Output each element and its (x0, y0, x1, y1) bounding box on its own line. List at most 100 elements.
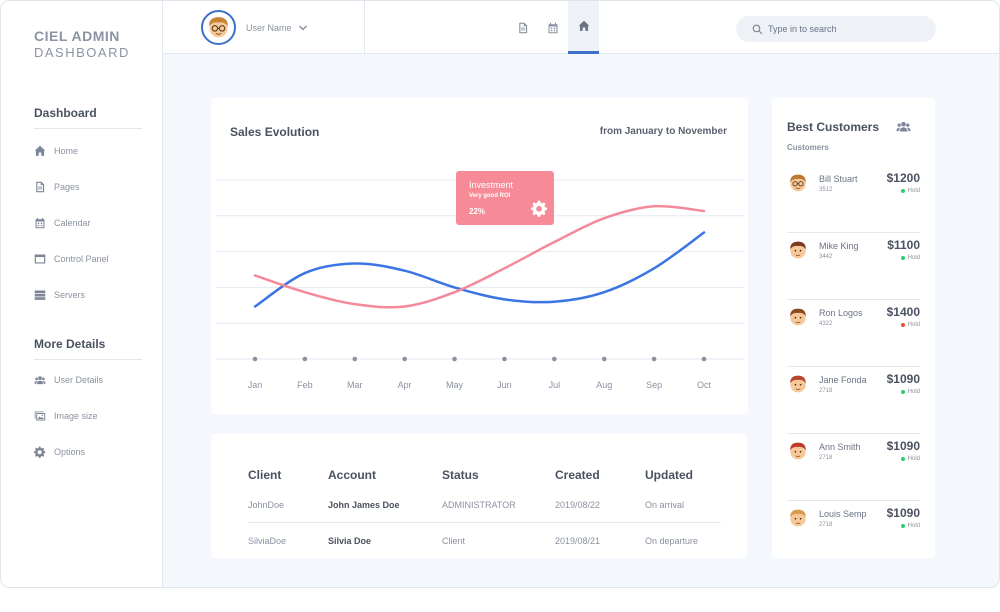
page-icon (519, 22, 528, 33)
search-bar[interactable] (736, 16, 936, 42)
calendar-icon (35, 217, 45, 229)
column-header[interactable]: Updated (645, 468, 721, 482)
status-badge: Hold (900, 322, 920, 328)
column-header[interactable]: Created (555, 468, 645, 482)
customer-row[interactable]: Bill Stuart 3512 $1200 Hold (787, 166, 920, 233)
status-dot (900, 323, 905, 327)
table-cell: On arrival (645, 500, 685, 510)
sidebar-item-label: Servers (54, 290, 86, 300)
customer-row[interactable]: Jane Fonda 2718 $1090 Hold (787, 367, 920, 434)
customer-avatar-icon (790, 509, 806, 527)
sidebar-item-label: Control Panel (54, 254, 109, 264)
sidebar-item-image-size[interactable]: Image size (34, 398, 142, 434)
page-icon (36, 181, 45, 193)
customer-avatar-icon (790, 442, 806, 460)
table-row[interactable]: JohnDoe John James Doe ADMINISTRATOR 201… (248, 488, 721, 523)
gear-icon (34, 446, 46, 458)
sidebar-item-label: Options (54, 447, 86, 457)
table-row[interactable]: SilviaDoe Silvia Doe Client 2019/08/21 O… (248, 523, 721, 558)
customer-id: 2718 (819, 388, 833, 394)
customer-row[interactable]: Ron Logos 4322 $1400 Hold (787, 300, 920, 367)
best-customers-card: Best Customers Customers Bill Stuart 3512… (772, 98, 935, 558)
table-header: Client Account Status Created Updated (248, 434, 721, 488)
x-axis-point (502, 356, 507, 362)
gear-icon[interactable] (531, 200, 548, 217)
user-menu[interactable]: User Name (163, 1, 365, 54)
customers-list: Bill Stuart 3512 $1200 Hold Mike King 3442 $11… (787, 166, 920, 568)
user-avatar-icon (209, 17, 228, 38)
customer-id: 4322 (819, 321, 833, 327)
search-input[interactable] (768, 24, 928, 34)
status-badge: Hold (900, 523, 920, 529)
sidebar-heading: More Details (34, 337, 142, 360)
customer-amount: $1090 (886, 372, 920, 386)
top-nav-calendar[interactable] (538, 1, 568, 54)
sidebar-item-pages[interactable]: Pages (34, 169, 142, 205)
customer-id: 2718 (819, 455, 833, 461)
home-icon (34, 145, 46, 156)
column-header[interactable]: Account (328, 468, 442, 482)
sidebar-item-calendar[interactable]: Calendar (34, 205, 142, 241)
status-label: Hold (907, 523, 920, 529)
brand-title: CIEL ADMIN (34, 28, 120, 44)
column-header[interactable]: Client (248, 468, 328, 482)
status-label: Hold (907, 255, 920, 261)
customer-amount: $1090 (886, 506, 920, 520)
x-tick-label: Feb (297, 380, 313, 390)
x-tick-label: Jun (497, 380, 512, 390)
status-label: Hold (907, 188, 920, 194)
chevron-down-icon[interactable] (298, 23, 308, 33)
avatar[interactable] (201, 10, 236, 45)
table-cell: 2019/08/21 (555, 535, 601, 546)
app-window: CIEL ADMIN DASHBOARD Dashboard Home Page… (0, 0, 1000, 588)
customer-row[interactable]: Mike King 3442 $1100 Hold (787, 233, 920, 300)
sidebar-item-servers[interactable]: Servers (34, 277, 142, 313)
sales-evolution-card: Sales Evolution from January to November… (211, 98, 748, 414)
sidebar-item-user-details[interactable]: User Details (34, 362, 142, 398)
customer-row[interactable]: Louis Semp 2718 $1090 Hold (787, 501, 920, 568)
table-cell: On departure (645, 535, 699, 546)
sidebar: CIEL ADMIN DASHBOARD Dashboard Home Page… (1, 1, 163, 587)
customer-row[interactable]: Ann Smith 2718 $1090 Hold (787, 434, 920, 501)
top-nav-icons (508, 1, 599, 54)
customer-id: 3442 (819, 254, 833, 260)
x-tick-label: Jan (248, 380, 263, 390)
customer-name: Ron Logos (819, 308, 863, 318)
customer-avatar-icon (790, 174, 806, 192)
customer-amount: $1090 (886, 439, 920, 453)
customer-id: 2718 (819, 522, 833, 528)
x-axis-point (651, 356, 657, 362)
table-cell: Silvia Doe (328, 535, 372, 546)
brand-subtitle: DASHBOARD (34, 45, 130, 60)
status-label: Hold (907, 322, 920, 328)
x-tick-label: Aug (596, 380, 612, 390)
customer-avatar-icon (790, 375, 806, 393)
customer-name: Bill Stuart (819, 174, 858, 184)
sidebar-item-options[interactable]: Options (34, 434, 142, 470)
top-bar: User Name (163, 1, 999, 54)
customer-name: Ann Smith (819, 442, 861, 452)
top-nav-pages[interactable] (508, 1, 538, 54)
customers-subtitle: Customers (787, 143, 829, 152)
customer-amount: $1400 (886, 305, 920, 319)
table-cell: JohnDoe (248, 500, 285, 510)
table-cell: SilviaDoe (248, 535, 287, 546)
x-axis-point (302, 356, 308, 362)
status-dot (900, 524, 905, 528)
sidebar-item-home[interactable]: Home (34, 133, 142, 169)
sidebar-item-label: Image size (54, 411, 98, 421)
x-axis-point (701, 356, 707, 362)
x-axis-point (552, 356, 557, 362)
table-cell: John James Doe (328, 500, 400, 510)
sidebar-item-label: Pages (54, 182, 80, 192)
customer-avatar-icon (790, 241, 806, 259)
x-tick-label: Sep (646, 380, 662, 390)
column-header[interactable]: Status (442, 468, 555, 482)
top-nav-home[interactable] (568, 1, 599, 54)
sidebar-item-control-panel[interactable]: Control Panel (34, 241, 142, 277)
status-badge: Hold (900, 255, 920, 261)
brand-logo[interactable]: CIEL ADMIN DASHBOARD (34, 28, 130, 61)
investment-tooltip: Investment Very good ROI 22% (456, 171, 554, 225)
status-badge: Hold (900, 389, 920, 395)
home-icon (578, 20, 589, 31)
